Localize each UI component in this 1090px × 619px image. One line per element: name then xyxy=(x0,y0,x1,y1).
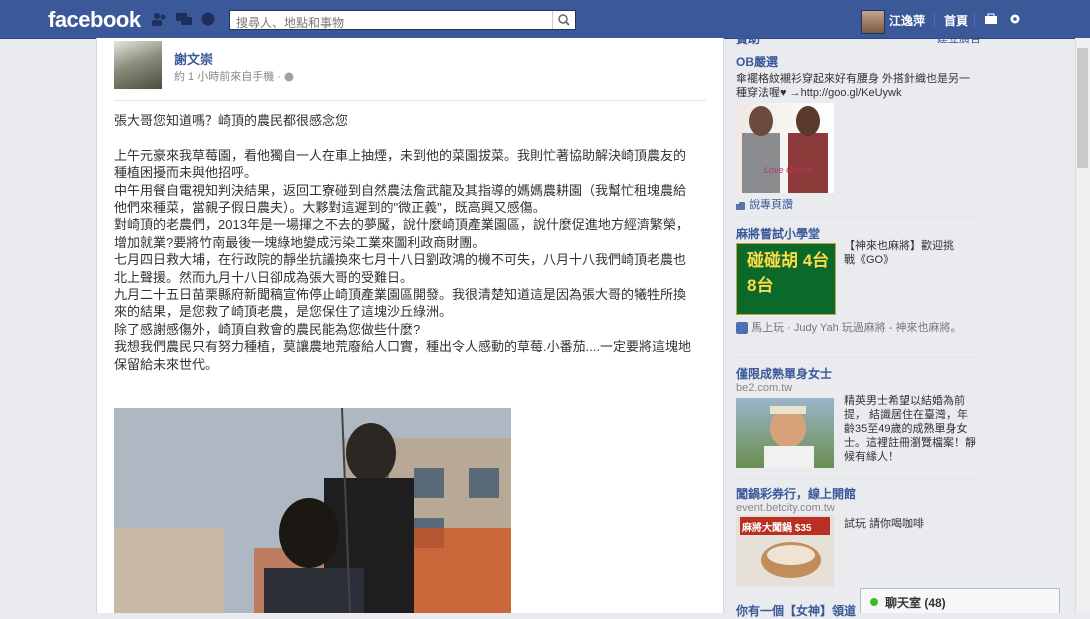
ad-body: 精英男士希望以結婚為前提， 結識居住在臺灣，年齡35至49歲的成熟單身女士。這裡… xyxy=(844,395,976,463)
ad-image[interactable]: 麻將大闖鍋 $35 xyxy=(736,515,834,587)
post-paragraph: 除了感謝感傷外，崎頂自救會的農民能為您做些什麼? xyxy=(114,321,421,337)
ad-body: 【神來也麻將】歡迎挑戰《GO》 xyxy=(844,240,954,266)
ad-image[interactable] xyxy=(736,398,834,468)
home-link[interactable]: 首頁 xyxy=(944,12,968,29)
divider xyxy=(114,100,706,101)
thumbs-up-icon xyxy=(736,202,745,211)
ad-card[interactable]: 闖鍋彩券行，線上開館 event.betcity.com.tw 麻將大闖鍋 $3… xyxy=(736,485,981,587)
ad-card[interactable]: OB嚴選 傘襬格紋襯衫穿起來好有腰身 外搭針織也是另一種穿法喔♥ →http:/… xyxy=(736,53,981,193)
post-paragraph: 中午用餐自電視知判決結果，返回工寮碰到自然農法詹武龍及其指導的媽媽農耕園（我幫忙… xyxy=(114,182,687,216)
divider xyxy=(736,216,981,217)
author-avatar[interactable] xyxy=(114,41,162,89)
ad-title[interactable]: 僅限成熟單身女士 xyxy=(736,365,981,382)
chat-sidebar-button[interactable]: 聊天室 (48) xyxy=(860,588,1060,613)
search-placeholder: 搜尋人、地點和事物 xyxy=(236,16,345,30)
ad-social-context: 馬上玩 · Judy Yah 玩過麻將 - 神來也麻將。 xyxy=(736,321,976,335)
settings-gear-icon[interactable] xyxy=(1008,12,1024,26)
post-paragraph: 張大哥您知道嗎？崎頂的農民都很感念您 xyxy=(114,113,349,128)
search-icon xyxy=(558,14,570,26)
divider xyxy=(736,478,981,479)
ad-image-caption: 麻將大闖鍋 $35 xyxy=(742,523,812,534)
post-paragraph xyxy=(114,129,698,146)
app-icon xyxy=(736,322,748,335)
post-paragraph: 我想我們農民只有努力種植，莫讓農地荒廢給人口實，種出令人感動的草莓.小番茄...… xyxy=(114,339,692,372)
notifications-globe-icon[interactable] xyxy=(201,12,217,26)
search-button[interactable] xyxy=(552,11,575,29)
ad-url: event.betcity.com.tw xyxy=(736,502,835,514)
ad-image-caption: 碰碰胡 4台 8台 xyxy=(747,251,830,295)
post-paragraph: 對崎頂的老農們，2013年是一場揮之不去的夢魘，說什麼崎頂產業園區，說什麼促進地… xyxy=(114,217,689,250)
create-ad-link[interactable]: 建立廣告 xyxy=(937,30,981,46)
post-paragraph: 上午元豪來我草莓園，看他獨自一人在車上抽煙，未到他的菜園拔菜。我則忙著協助解決崎… xyxy=(114,147,687,181)
post-timestamp[interactable]: 約 1 小時前來自手機 · xyxy=(174,68,294,84)
divider xyxy=(736,357,981,358)
public-globe-icon xyxy=(284,72,294,82)
ad-title[interactable]: 闖鍋彩券行，線上開館 xyxy=(736,485,981,502)
post-meta-text: 約 1 小時前來自手機 · xyxy=(174,71,281,83)
divider xyxy=(934,12,935,28)
ad-body: 試玩 請你喝咖啡 xyxy=(844,518,925,530)
like-page-label: 說專頁讚 xyxy=(749,199,794,211)
chat-label: 聊天室 (48) xyxy=(885,596,946,610)
ad-image-caption: Love Check xyxy=(764,165,812,175)
post-container: 謝文崇 約 1 小時前來自手機 · 張大哥您知道嗎？崎頂的農民都很感念您 上午元… xyxy=(96,38,724,613)
sidebar-header-cut: 贊助 建立廣告 xyxy=(736,30,981,47)
privacy-shortcuts-icon[interactable] xyxy=(984,12,1000,26)
scrollbar-thumb[interactable] xyxy=(1077,48,1088,168)
ad-url: be2.com.tw xyxy=(736,382,793,394)
user-name-link[interactable]: 江逸萍 xyxy=(889,12,925,29)
messages-icon[interactable] xyxy=(176,12,192,26)
search-input[interactable]: 搜尋人、地點和事物 xyxy=(229,10,576,30)
post-photo[interactable] xyxy=(114,408,511,613)
ad-body: 傘襬格紋襯衫穿起來好有腰身 外搭針織也是另一種穿法喔♥ →http://goo.… xyxy=(736,73,971,99)
post-paragraph: 九月二十五日苗栗縣府新聞稿宣佈停止崎頂產業園區開發。我很清楚知道這是因為張大哥的… xyxy=(114,287,687,320)
ad-title[interactable]: OB嚴選 xyxy=(736,53,981,70)
divider xyxy=(974,12,975,28)
post-body: 張大哥您知道嗎？崎頂的農民都很感念您 上午元豪來我草莓園，看他獨自一人在車上抽煙… xyxy=(114,112,698,373)
ad-image[interactable]: Love Check xyxy=(736,103,834,193)
sponsored-heading: 贊助 xyxy=(736,32,761,46)
friend-requests-icon[interactable] xyxy=(151,12,167,26)
facebook-logo[interactable]: facebook xyxy=(48,7,141,33)
post-paragraph: 七月四日救大埔，在行政院的靜坐抗議換來七月十八日劉政鴻的機不可失，八月十八我們崎… xyxy=(114,252,687,285)
ad-card[interactable]: 麻將嘗試小學堂 碰碰胡 4台 8台 【神來也麻將】歡迎挑戰《GO》 馬上玩 · … xyxy=(736,225,981,335)
ad-social-text: 馬上玩 · Judy Yah 玩過麻將 - 神來也麻將。 xyxy=(751,322,962,334)
like-page-link[interactable]: 說專頁讚 xyxy=(736,196,981,212)
ad-image[interactable]: 碰碰胡 4台 8台 xyxy=(736,243,836,315)
ad-card[interactable]: 僅限成熟單身女士 be2.com.tw 精英男士希望以結婚為前提， 結識居住在臺… xyxy=(736,365,981,468)
right-sidebar: 贊助 建立廣告 OB嚴選 傘襬格紋襯衫穿起來好有腰身 外搭針織也是另一種穿法喔♥… xyxy=(726,32,981,618)
post-author-name[interactable]: 謝文崇 xyxy=(174,49,213,68)
online-status-icon xyxy=(870,598,878,606)
